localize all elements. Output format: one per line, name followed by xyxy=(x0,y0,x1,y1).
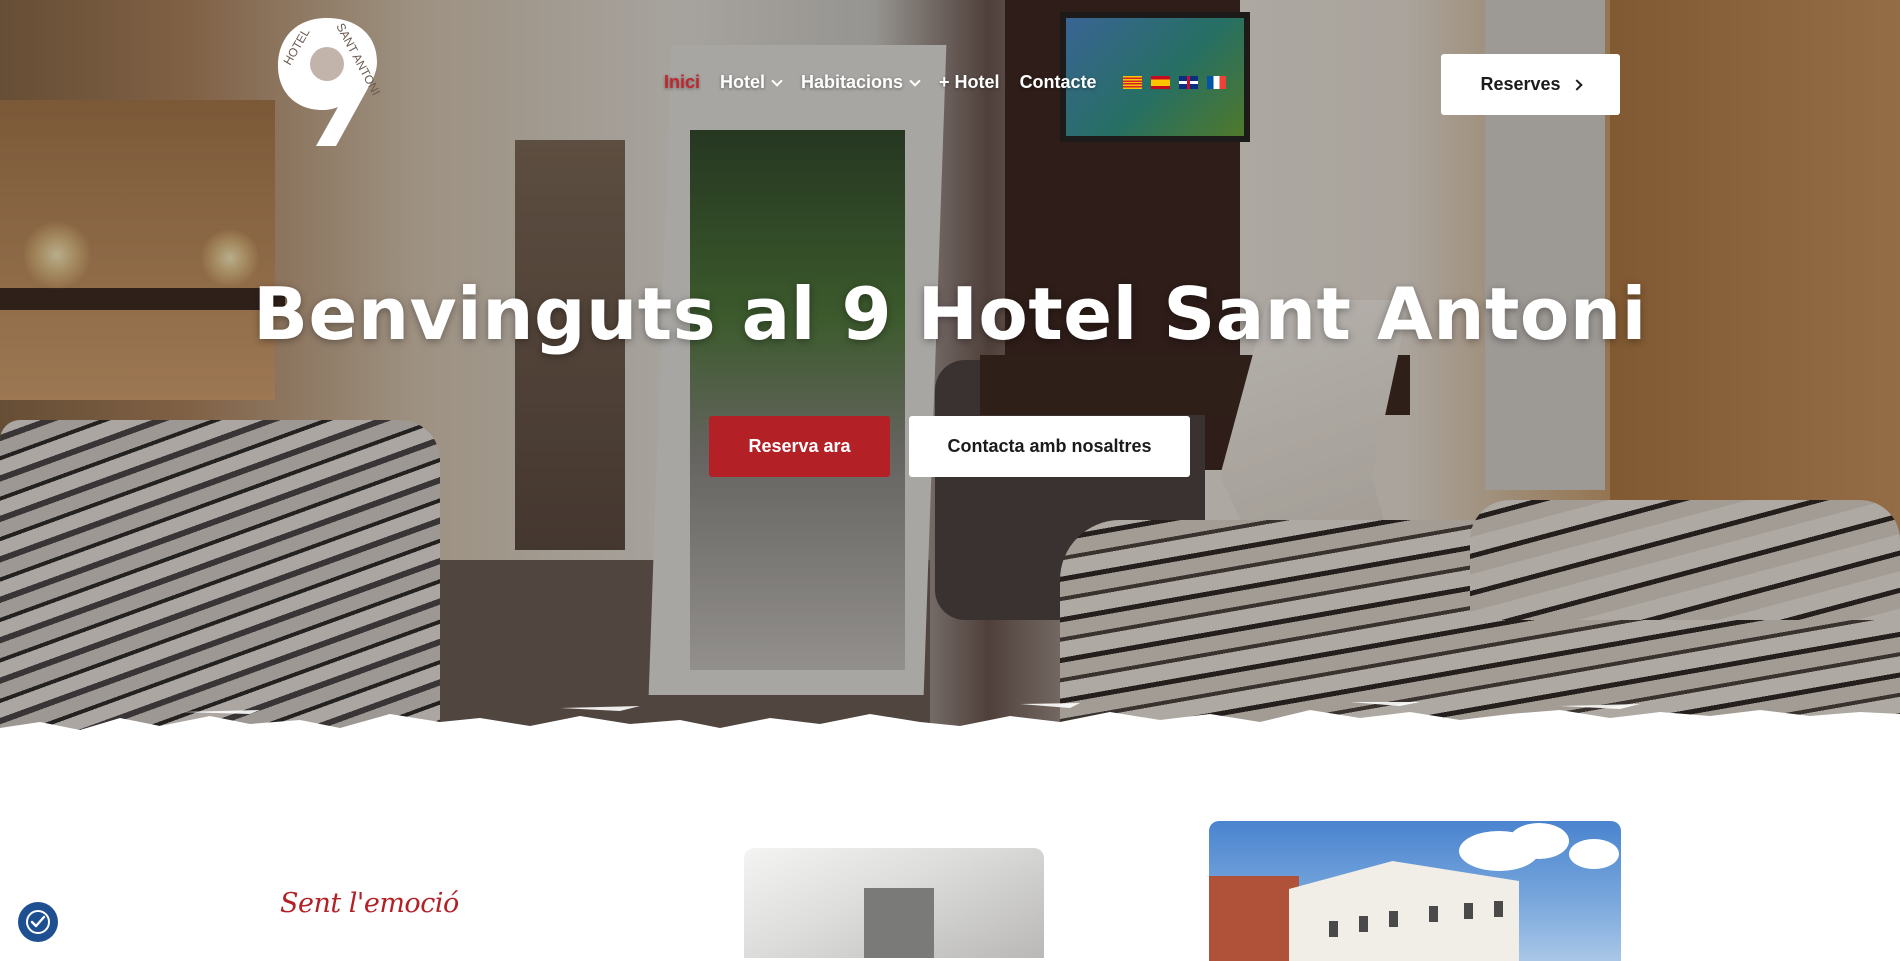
chevron-down-icon xyxy=(771,74,783,87)
nav-item-label: Hotel xyxy=(720,72,766,92)
contact-us-button-label: Contacta amb nosaltres xyxy=(947,436,1152,456)
photo-cloud xyxy=(1509,823,1569,859)
photo-window xyxy=(1494,901,1503,917)
spanish-flag-icon[interactable] xyxy=(1150,76,1170,89)
chevron-right-icon xyxy=(1570,78,1583,91)
photo-window xyxy=(1359,916,1368,932)
hero-bg-bed xyxy=(0,420,440,740)
photo-window xyxy=(1329,921,1338,937)
cookie-settings-button[interactable] xyxy=(18,902,58,942)
hero-title: Benvinguts al 9 Hotel Sant Antoni xyxy=(253,272,1647,356)
cookie-consent-icon xyxy=(26,910,50,934)
photo-hotel-building xyxy=(1289,861,1519,961)
photo-red-building xyxy=(1209,876,1299,961)
catalan-flag-icon[interactable] xyxy=(1122,76,1142,89)
hero-bg-window-view xyxy=(690,130,905,670)
nav-item-label: Inici xyxy=(664,72,701,92)
nav-item-label: Habitacions xyxy=(801,72,904,92)
hero-bg-desk xyxy=(980,355,1410,415)
nav-item-label: Contacte xyxy=(1019,72,1097,92)
reserves-button[interactable]: Reserves xyxy=(1441,54,1620,115)
photo-window xyxy=(1389,911,1398,927)
nav-item-hotel[interactable]: Hotel xyxy=(720,72,783,93)
nav-item-label: + Hotel xyxy=(939,72,1000,92)
torn-edge-divider xyxy=(0,702,1900,760)
photo-window xyxy=(1464,903,1473,919)
contact-us-button[interactable]: Contacta amb nosaltres xyxy=(909,416,1190,477)
book-now-button-label: Reserva ara xyxy=(748,436,851,456)
photo-cloud xyxy=(1569,839,1619,869)
book-now-button[interactable]: Reserva ara xyxy=(709,416,890,477)
nav-item-mes-hotel[interactable]: + Hotel xyxy=(939,72,1000,93)
hotel-logo[interactable]: HOTEL SANT ANTONI xyxy=(270,12,385,152)
hero-bg-dark-wall xyxy=(1005,0,1240,470)
uk-flag-icon[interactable] xyxy=(1178,76,1198,89)
chevron-down-icon xyxy=(909,74,921,87)
photo-window xyxy=(1429,906,1438,922)
hotel-building-image xyxy=(1209,821,1621,961)
french-flag-icon[interactable] xyxy=(1206,76,1226,89)
nav-item-contacte[interactable]: Contacte xyxy=(1020,72,1097,93)
hero-bg-sofa xyxy=(935,360,1205,620)
reserves-button-label: Reserves xyxy=(1480,74,1561,94)
main-nav: Inici Hotel Habitacions + Hotel Contacte xyxy=(664,72,1235,93)
section-tagline: Sent l'emoció xyxy=(280,888,459,919)
language-switcher xyxy=(1122,76,1235,89)
hero-bg-mirror xyxy=(648,45,947,695)
nav-item-habitacions[interactable]: Habitacions xyxy=(801,72,921,93)
hero-bg-bed xyxy=(1470,500,1900,620)
nav-item-inici[interactable]: Inici xyxy=(664,72,700,93)
